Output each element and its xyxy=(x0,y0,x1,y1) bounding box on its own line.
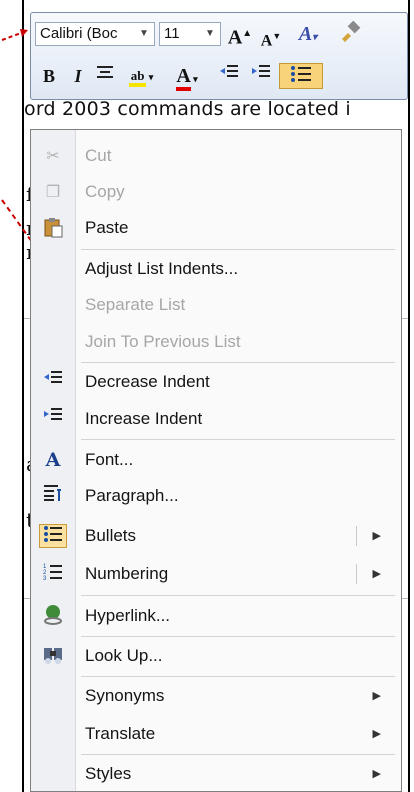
paste-icon xyxy=(39,216,67,240)
paragraph-icon xyxy=(39,484,67,508)
menu-separator xyxy=(81,249,395,250)
menu-item-look-up[interactable]: Look Up... xyxy=(31,638,401,674)
menu-item-paste[interactable]: Paste xyxy=(31,210,401,246)
annotation-arrow xyxy=(1,29,28,41)
increase-indent-button[interactable] xyxy=(247,63,275,89)
copy-icon: ❐ xyxy=(45,182,61,201)
font-size-dropdown[interactable]: 11 ▼ xyxy=(159,22,221,46)
submenu-arrow-icon: ▶ xyxy=(372,689,381,702)
brush-icon xyxy=(342,20,361,42)
highlight-button[interactable]: ab ▾ xyxy=(121,63,161,89)
numbering-icon: 123 xyxy=(39,562,67,586)
menu-separator xyxy=(81,439,395,440)
submenu-arrow-icon: ▶ xyxy=(372,767,381,780)
menu-item-adjust-list-indents[interactable]: Adjust List Indents... xyxy=(31,251,401,287)
menu-separator xyxy=(81,595,395,596)
svg-text:3: 3 xyxy=(43,576,47,582)
menu-item-styles[interactable]: Styles ▶ xyxy=(31,756,401,792)
menu-item-font[interactable]: A Font... xyxy=(31,442,401,478)
chevron-down-icon: ▼ xyxy=(139,28,149,39)
menu-item-hyperlink[interactable]: Hyperlink... xyxy=(31,598,401,634)
decrease-indent-icon xyxy=(220,65,238,77)
increase-indent-icon xyxy=(252,65,270,77)
menu-item-copy[interactable]: ❐ Copy xyxy=(31,174,401,210)
bullets-icon xyxy=(291,66,311,82)
menu-item-cut[interactable]: ✂ Cut xyxy=(31,138,401,174)
menu-separator xyxy=(81,636,395,637)
format-painter-button[interactable] xyxy=(333,19,367,45)
menu-item-numbering[interactable]: 123 Numbering ▶ xyxy=(31,556,401,592)
submenu-arrow-icon[interactable]: ▶ xyxy=(373,518,381,554)
align-center-icon xyxy=(97,66,113,78)
lookup-icon xyxy=(39,644,67,668)
menu-item-increase-indent[interactable]: Increase Indent xyxy=(31,401,401,437)
menu-separator xyxy=(81,362,395,363)
center-button[interactable] xyxy=(93,63,117,89)
font-icon: A xyxy=(45,449,61,471)
shrink-font-button[interactable]: A▼ xyxy=(259,23,283,49)
font-size-value: 11 xyxy=(164,25,180,42)
menu-item-join-to-previous-list[interactable]: Join To Previous List xyxy=(31,324,401,360)
styles-button[interactable]: A▾ xyxy=(291,21,325,47)
italic-button[interactable]: I xyxy=(67,63,89,89)
menu-item-synonyms[interactable]: Synonyms ▶ xyxy=(31,678,401,714)
menu-separator xyxy=(81,676,395,677)
menu-item-separate-list[interactable]: Separate List xyxy=(31,287,401,323)
decrease-indent-button[interactable] xyxy=(215,63,243,89)
menu-item-translate[interactable]: Translate ▶ xyxy=(31,716,401,752)
document-text-line: ord 2003 commands are located i xyxy=(24,98,351,120)
menu-item-bullets[interactable]: Bullets ▶ xyxy=(31,518,401,554)
grow-font-button[interactable]: A▲ xyxy=(227,21,253,49)
menu-item-decrease-indent[interactable]: Decrease Indent xyxy=(31,364,401,400)
menu-item-paragraph[interactable]: Paragraph... xyxy=(31,478,401,514)
submenu-divider xyxy=(356,564,357,584)
context-menu: ✂ Cut ❐ Copy Paste Adjust List Indents..… xyxy=(30,129,402,792)
mini-toolbar: Calibri (Boc ▼ 11 ▼ A▲ A▼ A▾ B I ab ▾ A … xyxy=(30,12,408,100)
bullets-button[interactable] xyxy=(279,63,323,89)
menu-separator xyxy=(81,754,395,755)
chevron-down-icon: ▼ xyxy=(205,28,215,39)
bold-button[interactable]: B xyxy=(37,63,61,89)
submenu-arrow-icon: ▶ xyxy=(372,727,381,740)
scissors-icon: ✂ xyxy=(46,146,60,165)
increase-indent-icon xyxy=(39,407,67,431)
hyperlink-icon xyxy=(39,604,67,628)
bullets-icon xyxy=(39,524,67,548)
decrease-indent-icon xyxy=(39,370,67,394)
submenu-arrow-icon[interactable]: ▶ xyxy=(373,556,381,592)
font-color-button[interactable]: A ▾ xyxy=(167,63,207,91)
submenu-divider xyxy=(356,526,357,546)
